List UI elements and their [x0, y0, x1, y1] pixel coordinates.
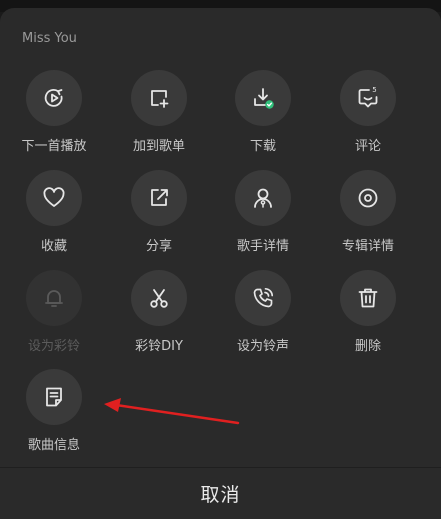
action-download[interactable]: 下载: [211, 70, 315, 166]
action-label: 加到歌单: [132, 139, 185, 154]
action-set-ringback: 设为彩铃: [2, 270, 106, 366]
comment-icon: 5: [358, 86, 378, 108]
action-label: 下载: [249, 139, 276, 154]
action-share[interactable]: 分享: [107, 170, 211, 266]
comment-count-badge: 5: [372, 86, 376, 94]
album-details-button[interactable]: [340, 170, 396, 226]
singer-icon: [254, 188, 272, 208]
add-to-playlist-button[interactable]: [131, 70, 187, 126]
scissors-icon: [150, 289, 168, 308]
favorite-button[interactable]: [26, 170, 82, 226]
ringback-diy-button[interactable]: [131, 270, 187, 326]
song-info-button[interactable]: [26, 369, 82, 425]
action-favorite[interactable]: 收藏: [2, 170, 106, 266]
delete-button[interactable]: [340, 270, 396, 326]
action-album-details[interactable]: 专辑详情: [316, 170, 420, 266]
action-delete[interactable]: 删除: [316, 270, 420, 366]
action-singer-details[interactable]: 歌手详情: [211, 170, 315, 266]
sheet-title: Miss You: [22, 31, 77, 46]
action-add-to-playlist[interactable]: 加到歌单: [107, 70, 211, 166]
action-label: 歌曲信息: [27, 438, 80, 453]
action-ringback-diy[interactable]: 彩铃DIY: [107, 270, 211, 366]
set-ringtone-button[interactable]: [235, 270, 291, 326]
action-comment[interactable]: 5 评论: [316, 70, 420, 166]
play-next-button[interactable]: [26, 70, 82, 126]
song-info-icon: [46, 387, 62, 407]
action-label: 下一首播放: [21, 139, 87, 154]
action-label: 彩铃DIY: [135, 339, 183, 354]
singer-details-button[interactable]: [235, 170, 291, 226]
screen: Miss You 下一首播放 加到歌单 下载 5 评论 收藏 分享 歌手详情 专…: [0, 0, 441, 519]
download-icon: [254, 88, 274, 109]
action-set-ringtone[interactable]: 设为铃声: [211, 270, 315, 366]
action-song-info[interactable]: 歌曲信息: [2, 369, 106, 465]
heart-icon: [43, 187, 65, 207]
phone-ring-icon: [253, 287, 274, 308]
cancel-button[interactable]: 取消: [0, 468, 441, 519]
share-icon: [151, 189, 168, 206]
action-label: 设为铃声: [236, 339, 289, 354]
trash-icon: [358, 288, 378, 308]
play-next-icon: [44, 89, 63, 107]
share-button[interactable]: [131, 170, 187, 226]
action-label: 专辑详情: [341, 239, 394, 254]
action-label: 设为彩铃: [27, 339, 80, 354]
action-label: 评论: [354, 139, 381, 154]
comment-button[interactable]: 5: [340, 70, 396, 126]
set-ringback-button: [26, 270, 82, 326]
bell-icon: [45, 290, 63, 307]
action-play-next[interactable]: 下一首播放: [2, 70, 106, 166]
album-icon: [358, 188, 378, 208]
action-label: 删除: [354, 339, 381, 354]
action-label: 歌手详情: [236, 239, 289, 254]
action-label: 收藏: [40, 239, 67, 254]
action-label: 分享: [145, 239, 172, 254]
download-button[interactable]: [235, 70, 291, 126]
add-to-playlist-icon: [151, 90, 169, 108]
